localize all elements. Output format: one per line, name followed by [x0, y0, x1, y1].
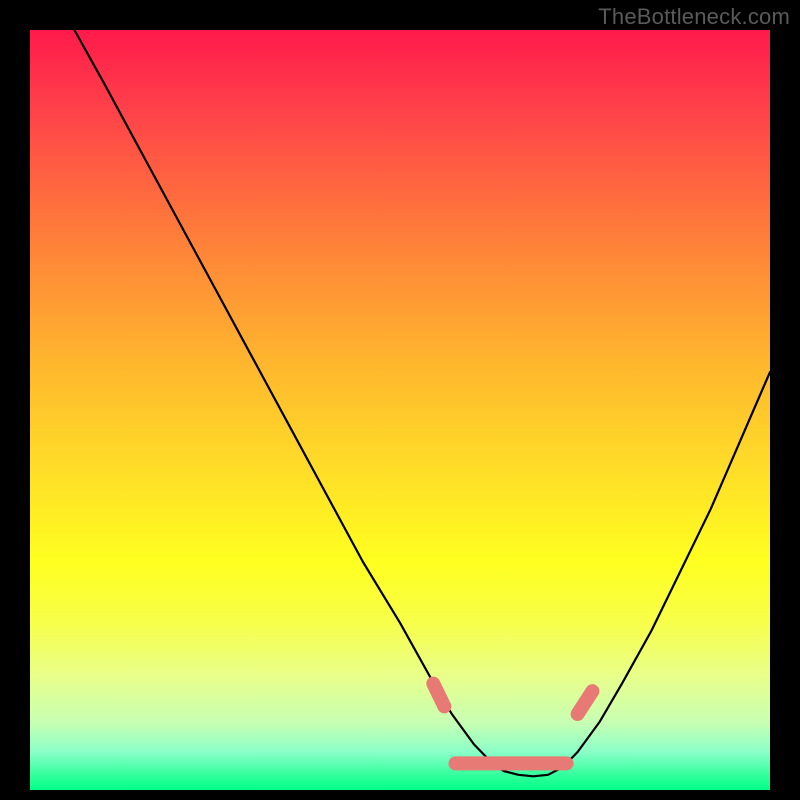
chart-frame: TheBottleneck.com [0, 0, 800, 800]
watermark-text: TheBottleneck.com [598, 4, 790, 30]
bottleneck-curve [74, 30, 770, 776]
bottleneck-curve-svg [30, 30, 770, 790]
plot-area [30, 30, 770, 790]
bottleneck-markers [433, 684, 592, 764]
